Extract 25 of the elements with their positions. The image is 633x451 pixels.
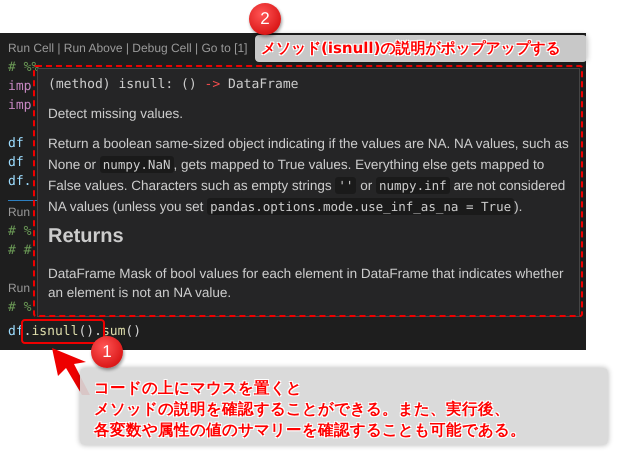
code-token: # % — [8, 299, 32, 317]
codelens-link[interactable]: Run — [8, 203, 30, 222]
returns-heading: Returns — [48, 227, 125, 246]
callout-text: メソッドの説明を確認することができる。また、実行後、 — [94, 399, 510, 420]
code-token: # % — [8, 223, 32, 241]
codelens-link[interactable]: Run Cell | Run Above | Debug Cell | Go to [1] — [8, 39, 248, 58]
code-token: df — [8, 154, 24, 172]
summary-text: Detect missing values. — [48, 105, 184, 123]
step-number: 1 — [91, 336, 123, 368]
code-token: () — [125, 323, 142, 341]
callout-text: 各変数や属性の値のサマリーを確認することも可能である。 — [94, 420, 526, 441]
method-signature: (method) isnull: () -> DataFrame — [48, 76, 300, 94]
code-token: . — [24, 323, 32, 341]
code-token: df. — [8, 173, 32, 191]
returns-text: DataFrame Mask of bool values for each element in DataFrame that indicates whether an element is not an NA value. — [48, 265, 564, 302]
callout-text: コードの上にマウスを置くと — [94, 378, 302, 399]
code-token: imp — [8, 97, 32, 115]
code-token: imp — [8, 78, 32, 96]
callout-text: メソッド(isnull)の説明がポップアップする — [261, 38, 560, 59]
code-token: # # — [8, 242, 32, 260]
description-text: Return a boolean same-sized object indicating if the values are NA. NA values, such as None or numpy.NaN , gets mapped to True values. Everything else gets mapped to False values. Characters such as empty strings '' or numpy.inf are not considered NA values (unless you set pandas.options.mode.use_inf_as_na = True ). — [48, 135, 569, 217]
step-number: 2 — [249, 3, 281, 35]
codelens-link[interactable]: Run — [8, 279, 30, 298]
code-token: df — [8, 135, 24, 153]
code-token: isnull — [31, 323, 78, 341]
